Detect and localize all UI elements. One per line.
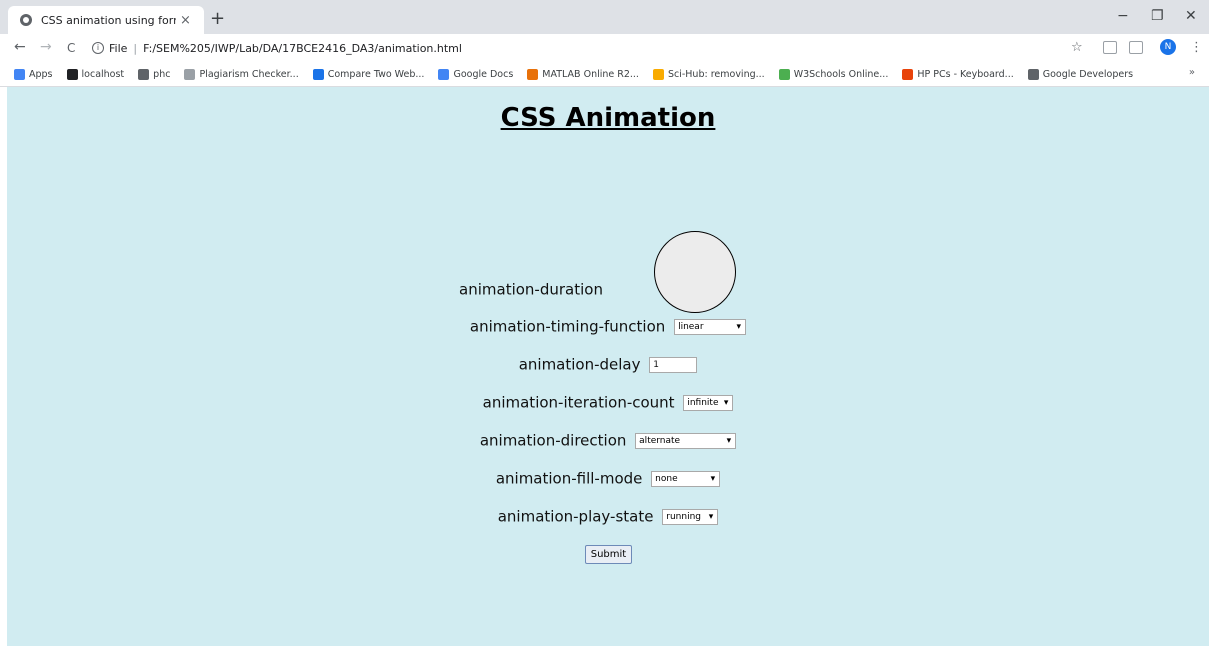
tab-strip: CSS animation using forms × + − ❐ ✕ <box>0 0 1209 34</box>
bookmark-item[interactable]: W3Schools Online... <box>778 68 889 80</box>
tab-title: CSS animation using forms <box>41 13 176 27</box>
browser-toolbar: ← → C i File | F:/SEM%205/IWP/Lab/DA/17B… <box>0 34 1209 62</box>
row-animation-timing-function: animation-timing-function linear <box>7 317 1209 336</box>
minimize-button[interactable]: − <box>1117 8 1129 24</box>
bookmark-item[interactable]: Plagiarism Checker... <box>184 68 299 80</box>
label-animation-timing-function: animation-timing-function <box>469 317 666 336</box>
timing-function-select[interactable]: linear <box>674 318 747 335</box>
bookmark-favicon-icon <box>66 68 78 80</box>
extension-pdf-icon[interactable] <box>1103 41 1117 54</box>
bookmark-item[interactable]: Google Docs <box>438 68 514 80</box>
bookmark-label: W3Schools Online... <box>793 68 889 80</box>
bookmark-item[interactable]: Google Developers <box>1027 68 1134 80</box>
submit-button[interactable]: Submit <box>585 545 632 564</box>
address-prefix: File <box>109 41 128 55</box>
profile-avatar[interactable]: N <box>1160 39 1176 55</box>
direction-select[interactable]: alternate <box>635 432 737 449</box>
bookmark-label: Apps <box>29 68 53 80</box>
bookmark-label: Google Docs <box>453 68 514 80</box>
bookmarks-bar: Apps localhost phc Plagiarism Checker... Com… <box>0 62 1209 87</box>
bookmark-favicon-icon <box>184 68 196 80</box>
bookmark-favicon-icon <box>312 68 324 80</box>
camera-icon[interactable] <box>1129 41 1143 54</box>
bookmark-item[interactable]: localhost <box>66 68 125 80</box>
label-animation-iteration-count: animation-iteration-count <box>482 393 675 412</box>
bookmark-label: MATLAB Online R2... <box>542 68 639 80</box>
label-animation-delay: animation-delay <box>518 355 641 374</box>
bookmark-item[interactable]: Sci-Hub: removing... <box>652 68 765 80</box>
play-state-select[interactable]: running <box>662 508 719 525</box>
address-bar[interactable]: i File | F:/SEM%205/IWP/Lab/DA/17BCE2416… <box>92 37 1072 59</box>
address-url: F:/SEM%205/IWP/Lab/DA/17BCE2416_DA3/anim… <box>143 41 462 55</box>
forward-button[interactable]: → <box>40 39 52 55</box>
address-separator: | <box>133 41 138 55</box>
bookmark-item[interactable]: Apps <box>14 68 53 80</box>
bookmark-label: Compare Two Web... <box>327 68 425 80</box>
bookmark-favicon-icon <box>527 68 539 80</box>
bookmark-favicon-icon <box>14 68 25 80</box>
reload-button[interactable]: C <box>67 41 75 55</box>
label-animation-fill-mode: animation-fill-mode <box>495 469 643 488</box>
bookmark-item[interactable]: Compare Two Web... <box>312 68 425 80</box>
row-animation-play-state: animation-play-state running <box>7 507 1209 526</box>
animated-circle <box>654 231 736 313</box>
row-animation-duration: animation-duration <box>0 280 1132 299</box>
bookmark-favicon-icon <box>138 68 150 80</box>
globe-icon <box>20 14 32 26</box>
iteration-count-select[interactable]: infinite <box>683 394 734 411</box>
label-animation-direction: animation-direction <box>479 431 627 450</box>
row-animation-iteration-count: animation-iteration-count infinite <box>7 393 1209 412</box>
bookmarks-overflow-button[interactable]: » <box>1189 67 1195 78</box>
bookmark-favicon-icon <box>902 68 914 80</box>
bookmark-label: Google Developers <box>1042 68 1134 80</box>
bookmark-star-icon[interactable]: ☆ <box>1071 40 1083 55</box>
bookmark-favicon-icon <box>438 68 450 80</box>
fill-mode-select[interactable]: none <box>651 470 721 487</box>
bookmark-label: phc <box>153 68 171 80</box>
tab-css-animation[interactable]: CSS animation using forms × <box>8 6 204 34</box>
label-animation-play-state: animation-play-state <box>497 507 654 526</box>
close-tab-icon[interactable]: × <box>180 13 191 28</box>
maximize-button[interactable]: ❐ <box>1151 8 1164 24</box>
bookmark-favicon-icon <box>652 68 664 80</box>
bookmark-label: Sci-Hub: removing... <box>667 68 765 80</box>
delay-input[interactable]: 1 <box>649 356 698 373</box>
bookmark-label: localhost <box>81 68 125 80</box>
label-animation-duration: animation-duration <box>459 280 603 299</box>
row-animation-fill-mode: animation-fill-mode none <box>7 469 1209 488</box>
page-title: CSS Animation <box>500 103 716 133</box>
new-tab-button[interactable]: + <box>210 8 225 29</box>
menu-kebab-icon[interactable]: ⋮ <box>1190 40 1203 55</box>
bookmark-item[interactable]: MATLAB Online R2... <box>527 68 639 80</box>
bookmark-item[interactable]: HP PCs - Keyboard... <box>902 68 1014 80</box>
bookmark-label: Plagiarism Checker... <box>199 68 299 80</box>
bookmark-favicon-icon <box>778 68 790 80</box>
close-window-button[interactable]: ✕ <box>1185 8 1197 24</box>
info-icon[interactable]: i <box>92 42 104 54</box>
bookmark-label: HP PCs - Keyboard... <box>917 68 1014 80</box>
back-button[interactable]: ← <box>14 39 26 55</box>
row-animation-delay: animation-delay 1 <box>7 355 1209 374</box>
page-content: CSS Animation animation-duration animati… <box>7 87 1209 646</box>
bookmark-item[interactable]: phc <box>138 68 171 80</box>
bookmark-favicon-icon <box>1027 68 1039 80</box>
row-animation-direction: animation-direction alternate <box>7 431 1209 450</box>
